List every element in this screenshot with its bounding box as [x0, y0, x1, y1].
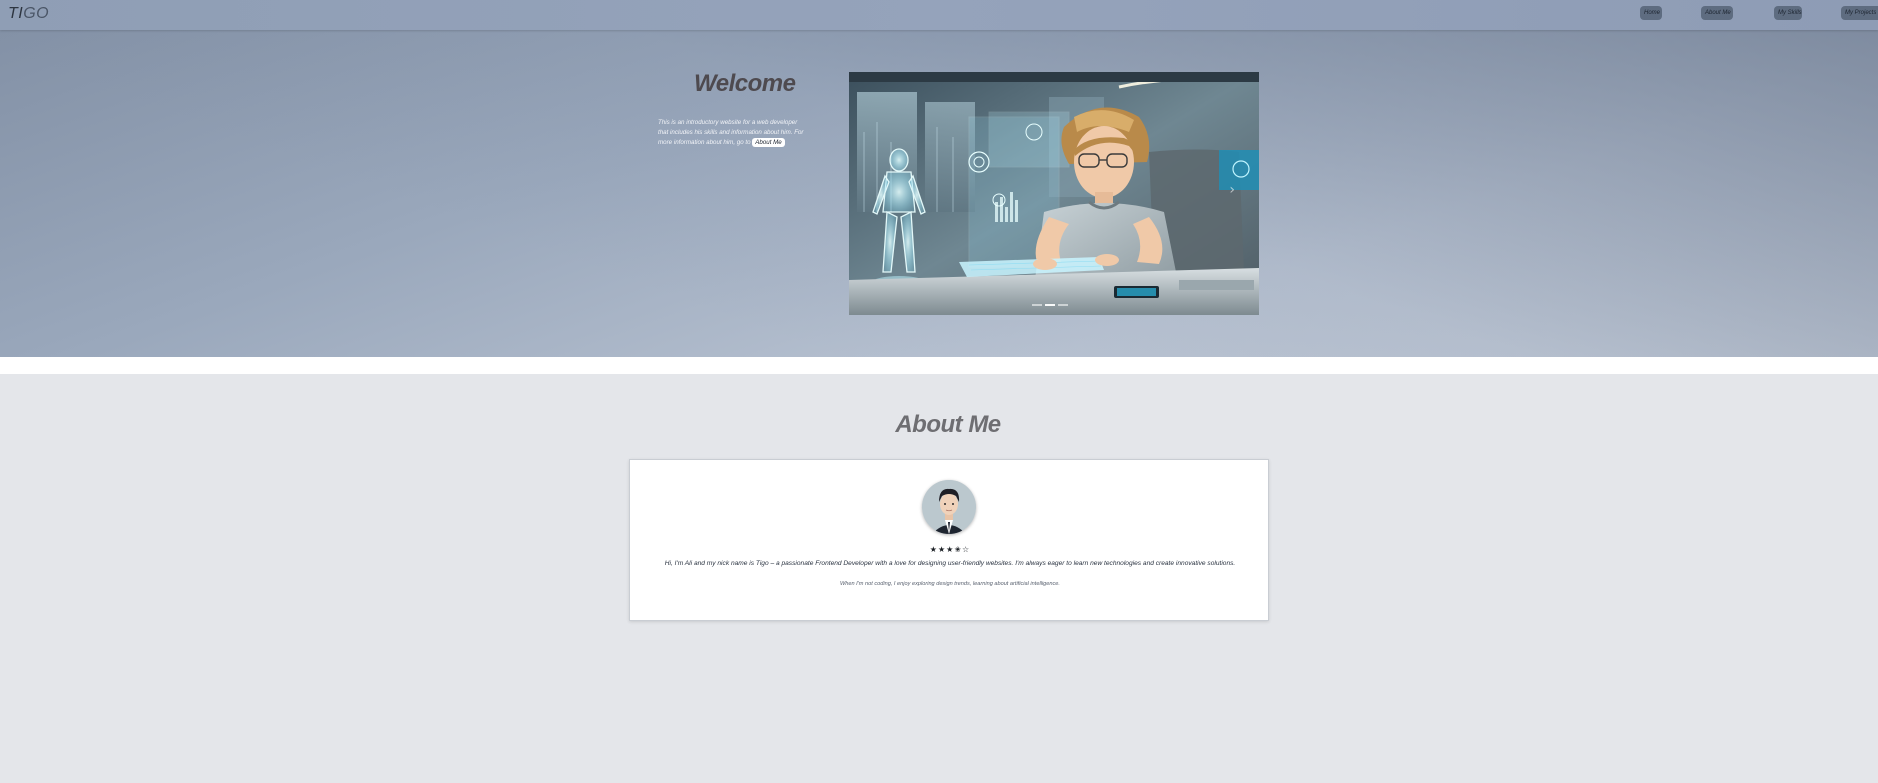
carousel-dot[interactable]	[1045, 304, 1055, 306]
avatar	[922, 480, 976, 534]
carousel-dot[interactable]	[1032, 304, 1042, 306]
logo-text-rest: GO	[23, 5, 50, 22]
carousel-dot[interactable]	[1058, 304, 1068, 306]
about-card: ★★★✬☆ Hi, I'm Ali and my nick name is Ti…	[629, 459, 1269, 621]
page: TIGO Home About Me My Skills My Projects…	[0, 0, 1878, 783]
section-divider	[0, 357, 1878, 374]
carousel-indicators	[1032, 304, 1068, 306]
about-bio: Hi, I'm Ali and my nick name is Tigo – a…	[664, 560, 1236, 567]
nav-projects-button[interactable]: My Projects	[1841, 6, 1878, 20]
nav-skills-button[interactable]: My Skills	[1774, 6, 1802, 20]
site-logo[interactable]: TIGO	[8, 5, 49, 23]
hero-intro: This is an introductory website for a we…	[658, 118, 806, 148]
chevron-right-icon[interactable]: ›	[1229, 182, 1235, 198]
about-hobby: When I'm not coding, I enjoy exploring d…	[840, 581, 1060, 587]
nav-about-button[interactable]: About Me	[1701, 6, 1733, 20]
rating-stars: ★★★✬☆	[929, 545, 971, 554]
about-me-link[interactable]: About Me	[752, 138, 785, 147]
hero-image-carousel[interactable]: ›	[849, 72, 1259, 315]
hero-illustration	[849, 72, 1259, 315]
about-section: About Me ★★★✬☆ Hi, I'm Ali and my nick n…	[0, 374, 1878, 783]
logo-text-strong: TI	[8, 5, 24, 22]
profile-photo	[922, 480, 976, 534]
top-navbar: TIGO Home About Me My Skills My Projects	[0, 0, 1878, 30]
about-title: About Me	[895, 411, 1001, 438]
nav-home-button[interactable]: Home	[1640, 6, 1662, 20]
hero-section: Welcome This is an introductory website …	[0, 30, 1878, 357]
hero-title: Welcome	[694, 70, 796, 97]
